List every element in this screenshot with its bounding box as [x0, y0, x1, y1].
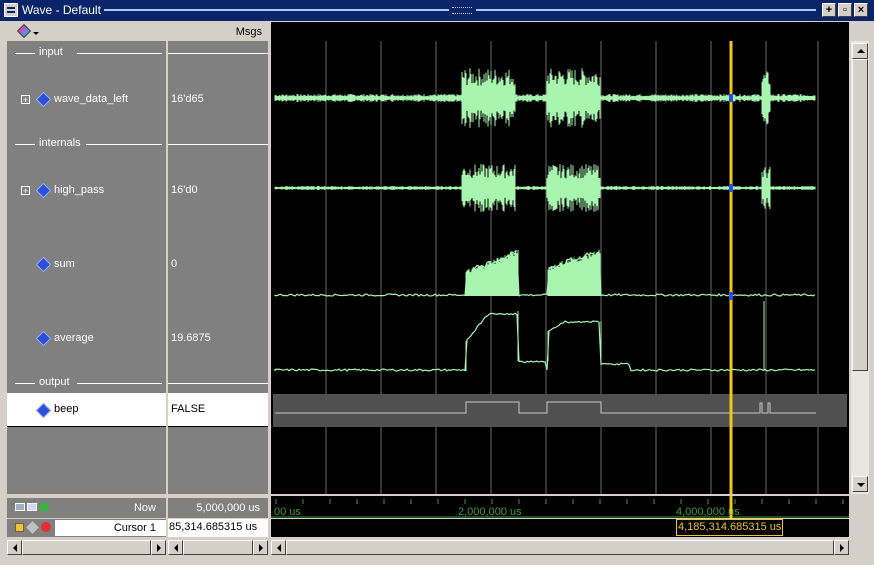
timeline-ruler[interactable]: 00 us 2,000,000 us 4,000,000 us: [271, 496, 849, 518]
title-drag-handle[interactable]: [452, 7, 472, 14]
scroll-thumb[interactable]: [183, 540, 253, 555]
cursor-value-cell[interactable]: 85,314.685315 us: [168, 519, 268, 537]
waveform-canvas[interactable]: [271, 41, 849, 494]
dock-button[interactable]: +: [822, 3, 836, 17]
title-grip-left: [104, 9, 449, 11]
now-value-cell: 5,000,000 us: [168, 498, 268, 518]
scroll-right-button[interactable]: [253, 540, 268, 555]
expand-icon[interactable]: +: [21, 95, 30, 105]
waveform-pane[interactable]: [271, 41, 849, 494]
msgs-column-header[interactable]: Msgs: [168, 22, 268, 41]
section-input-label: input: [39, 46, 63, 58]
scroll-right-button[interactable]: [151, 540, 166, 555]
high-pass-waveform: [274, 164, 816, 212]
row-divider: [7, 426, 166, 427]
scroll-left-button[interactable]: [168, 540, 183, 555]
add-cursor-icon[interactable]: [39, 502, 49, 512]
signal-row-wave-data-left[interactable]: + wave_data_left: [7, 91, 166, 108]
signal-diamond-icon: [35, 256, 52, 273]
signal-row-beep[interactable]: beep: [7, 393, 166, 426]
signal-diamond-icon: [35, 182, 52, 199]
vertical-scrollbar[interactable]: [851, 41, 869, 494]
signal-row-average[interactable]: average: [7, 330, 166, 347]
scroll-down-button[interactable]: [852, 476, 868, 492]
signal-value: 16'd0: [171, 184, 198, 196]
scroll-thumb[interactable]: [286, 540, 834, 555]
wave-hscrollbar[interactable]: [271, 540, 849, 555]
signal-value: 16'd65: [171, 93, 204, 105]
wave-data-left-waveform: [274, 68, 816, 128]
window-title: Wave - Default: [22, 3, 101, 17]
section-output-label: output: [39, 376, 70, 388]
toolbar-icon[interactable]: [15, 503, 25, 511]
signal-diamond-icon: [35, 91, 52, 108]
average-waveform: [274, 312, 816, 372]
cursor-track[interactable]: 4,185,314.685315 us: [271, 519, 849, 537]
timeline-label: 4,000,000 us: [676, 506, 740, 518]
scroll-thumb[interactable]: [852, 59, 868, 371]
signal-name: beep: [54, 403, 79, 415]
signal-value-pane[interactable]: 16'd65 16'd0 0 19.6875 FALSE: [168, 41, 268, 494]
now-row: Now: [7, 498, 166, 518]
scroll-left-button[interactable]: [271, 540, 286, 555]
beep-row-background: [273, 394, 847, 427]
section-divider: [168, 144, 268, 145]
toolbar-icon[interactable]: [27, 503, 37, 511]
row-divider: [168, 426, 268, 427]
sum-outline: [274, 251, 816, 297]
cursor-readout[interactable]: 4,185,314.685315 us: [676, 519, 783, 536]
beep-value-cell[interactable]: FALSE: [168, 393, 268, 426]
section-divider: [168, 53, 268, 54]
title-grip-right: [476, 9, 816, 11]
value-hscrollbar[interactable]: [168, 540, 268, 555]
name-column-header[interactable]: [7, 22, 166, 41]
timeline-label: 00 us: [274, 506, 301, 518]
cursor-value: 85,314.685315 us: [169, 521, 258, 533]
section-divider: [168, 383, 268, 384]
signal-diamond-icon: [35, 330, 52, 347]
chevron-down-icon[interactable]: [33, 32, 39, 35]
edit-cursor-icon[interactable]: [26, 521, 39, 534]
signal-value: 19.6875: [171, 332, 211, 344]
cursor-label: Cursor 1: [113, 522, 156, 534]
signal-name: high_pass: [54, 184, 105, 196]
add-wave-icon[interactable]: [16, 23, 32, 39]
timeline-label: 2,000,000 us: [458, 506, 522, 518]
signal-row-sum[interactable]: sum: [7, 256, 166, 273]
signal-value: FALSE: [171, 403, 206, 415]
cursor-name-cell[interactable]: Cursor 1: [55, 520, 166, 536]
signal-row-high-pass[interactable]: + high_pass: [7, 182, 166, 199]
scroll-up-button[interactable]: [852, 43, 868, 59]
signal-value: 0: [171, 258, 178, 270]
signal-name-pane[interactable]: input + wave_data_left internals + high_…: [7, 41, 166, 494]
scroll-right-button[interactable]: [834, 540, 849, 555]
cursor-row[interactable]: Cursor 1: [7, 519, 166, 537]
undock-button[interactable]: ▫: [838, 3, 852, 17]
signal-name: wave_data_left: [54, 93, 128, 105]
delete-cursor-icon[interactable]: [41, 522, 51, 532]
title-bar: Wave - Default + ▫ ×: [0, 0, 874, 21]
cursor-marker: [729, 184, 733, 192]
cursor-marker: [729, 292, 733, 300]
expand-icon[interactable]: +: [21, 186, 30, 196]
scroll-thumb[interactable]: [22, 540, 151, 555]
cursor-marker: [729, 94, 733, 102]
section-internals-label: internals: [39, 137, 81, 149]
wave-header: [271, 22, 849, 41]
now-label: Now: [133, 502, 156, 514]
signal-name: sum: [54, 258, 75, 270]
now-value: 5,000,000 us: [196, 502, 260, 514]
signal-name: average: [54, 332, 94, 344]
wave-window-icon: [4, 3, 18, 17]
signal-diamond-icon: [35, 402, 52, 419]
scroll-left-button[interactable]: [7, 540, 22, 555]
lock-icon[interactable]: [15, 523, 24, 532]
close-button[interactable]: ×: [854, 3, 868, 17]
name-hscrollbar[interactable]: [7, 540, 166, 555]
